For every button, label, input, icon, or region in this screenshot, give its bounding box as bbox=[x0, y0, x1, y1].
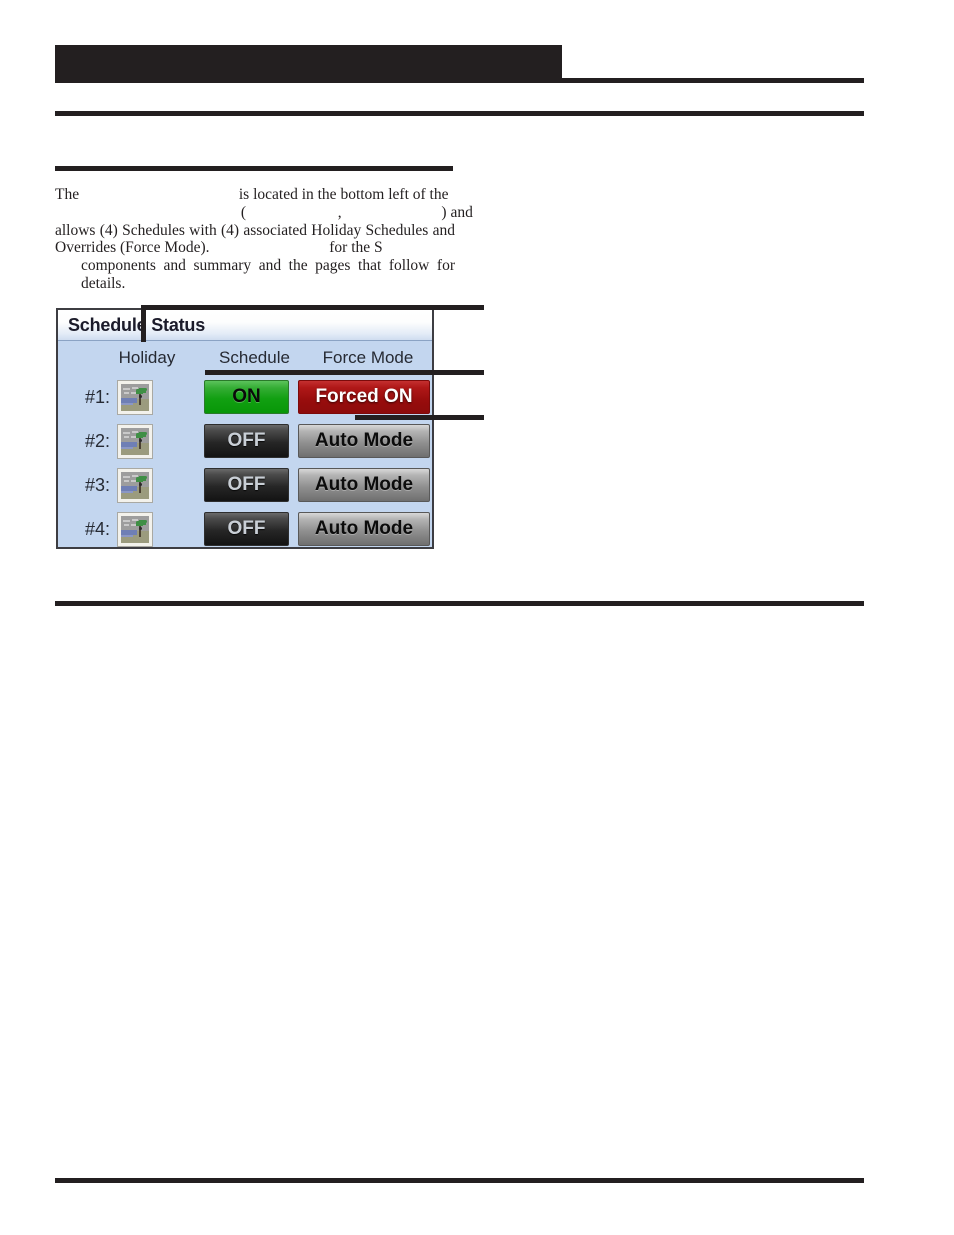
body-line-2-close: ) and bbox=[441, 203, 473, 221]
header-underline-rule bbox=[55, 78, 864, 83]
holiday-beach-icon[interactable] bbox=[118, 380, 152, 414]
body-line-2-open-paren: ( bbox=[240, 203, 247, 221]
panel-title: Schedule Status bbox=[68, 314, 206, 335]
below-figure-rule bbox=[55, 601, 864, 606]
body-line-1-tail: is located in the bottom left of the bbox=[238, 186, 449, 203]
body-line-1: The is located in the bottom left of the bbox=[55, 186, 455, 204]
holiday-beach-icon[interactable] bbox=[118, 424, 152, 458]
panel-titlebar: Schedule Status bbox=[58, 310, 432, 341]
schedule-row-label: #1: bbox=[84, 386, 110, 407]
holiday-cell bbox=[118, 468, 198, 502]
force-mode-button[interactable]: Forced ON bbox=[298, 380, 430, 414]
body-line-4-tail: for the S bbox=[329, 239, 383, 257]
body-line-4-lead: Overrides (Force Mode). bbox=[55, 239, 210, 257]
top-divider-rule bbox=[55, 111, 864, 116]
body-line-1-lead: The bbox=[55, 186, 80, 203]
callout-line-schedule-state bbox=[205, 370, 484, 375]
holiday-beach-icon[interactable] bbox=[118, 512, 152, 546]
schedule-state-cell: ON bbox=[198, 380, 295, 414]
schedule-row: #3: OFF Auto Mode bbox=[58, 463, 432, 507]
schedule-state-cell: OFF bbox=[198, 512, 295, 546]
force-mode-cell: Auto Mode bbox=[295, 468, 433, 502]
force-mode-button[interactable]: Auto Mode bbox=[298, 468, 430, 502]
schedule-state-button[interactable]: ON bbox=[204, 380, 289, 414]
schedule-row: #2: OFF Auto Mode bbox=[58, 419, 432, 463]
schedule-state-cell: OFF bbox=[198, 424, 295, 458]
body-line-4: Overrides (Force Mode). for the S bbox=[55, 239, 455, 257]
schedule-state-button[interactable]: OFF bbox=[204, 468, 289, 502]
holiday-beach-icon[interactable] bbox=[118, 468, 152, 502]
schedule-status-panel: Schedule Status Holiday Schedule Force M… bbox=[56, 308, 434, 549]
holiday-cell bbox=[118, 424, 198, 458]
schedule-state-button[interactable]: OFF bbox=[204, 424, 289, 458]
body-line-2: ( , ) and bbox=[55, 203, 473, 222]
column-header-force-mode: Force Mode bbox=[322, 348, 414, 367]
holiday-cell bbox=[118, 512, 198, 546]
schedule-row-label: #2: bbox=[84, 430, 110, 451]
section-heading-rule bbox=[55, 166, 453, 171]
force-mode-cell: Auto Mode bbox=[295, 424, 433, 458]
schedule-row: #1: ON Forced ON bbox=[58, 375, 432, 419]
body-line-2-comma: , bbox=[337, 203, 342, 221]
schedule-state-button[interactable]: OFF bbox=[204, 512, 289, 546]
column-header-holiday: Holiday bbox=[118, 348, 176, 367]
force-mode-cell: Forced ON bbox=[295, 380, 433, 414]
body-copy: The is located in the bottom left of the… bbox=[55, 186, 473, 293]
schedule-status-figure: Schedule Status Holiday Schedule Force M… bbox=[56, 308, 434, 549]
column-header-schedule: Schedule bbox=[219, 348, 290, 367]
body-line-3: allows (4) Schedules with (4) associated… bbox=[55, 221, 455, 239]
schedule-state-cell: OFF bbox=[198, 468, 295, 502]
schedule-row-label: #3: bbox=[84, 474, 110, 495]
force-mode-button[interactable]: Auto Mode bbox=[298, 424, 430, 458]
callout-line-title bbox=[141, 305, 484, 310]
force-mode-button[interactable]: Auto Mode bbox=[298, 512, 430, 546]
callout-line-force-mode bbox=[355, 415, 484, 420]
schedule-row-label: #4: bbox=[84, 518, 110, 539]
callout-line-title-stem bbox=[141, 305, 146, 342]
footer-rule bbox=[55, 1178, 864, 1183]
force-mode-cell: Auto Mode bbox=[295, 512, 433, 546]
body-line-5: components and summary and the pages tha… bbox=[81, 257, 455, 292]
schedule-row: #4: OFF Auto Mode bbox=[58, 507, 432, 551]
holiday-cell bbox=[118, 380, 198, 414]
